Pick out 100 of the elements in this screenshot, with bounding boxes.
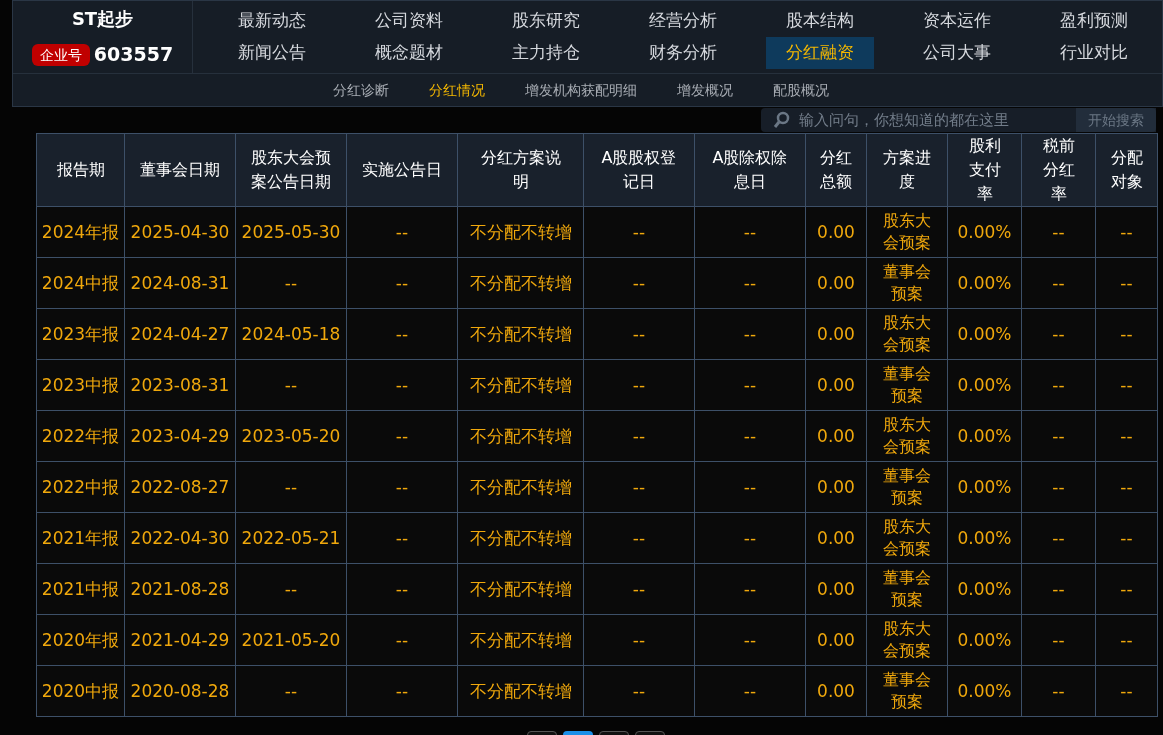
table-cell: 0.00: [805, 563, 867, 615]
table-cell: 2024-08-31: [124, 257, 236, 309]
table-cell: --: [235, 257, 347, 309]
search-icon: [773, 111, 791, 129]
subnav-tab[interactable]: 配股概况: [773, 79, 829, 101]
table-cell: 股东大会预案: [866, 410, 948, 462]
column-header: 税前分红率: [1021, 133, 1096, 207]
table-cell: --: [583, 512, 695, 564]
table-cell: --: [346, 461, 458, 513]
table-cell: --: [694, 665, 806, 717]
table-cell: 2021-08-28: [124, 563, 236, 615]
table-cell: --: [1095, 410, 1158, 462]
table-cell: --: [694, 461, 806, 513]
table-cell: --: [346, 206, 458, 258]
table-cell: --: [583, 359, 695, 411]
column-header: 股东大会预案公告日期: [235, 133, 347, 207]
table-cell: 2023-08-31: [124, 359, 236, 411]
table-cell: 不分配不转增: [457, 665, 584, 717]
table-cell: 2020年报: [36, 614, 125, 666]
table-cell: 0.00: [805, 257, 867, 309]
table-cell: --: [583, 308, 695, 360]
table-cell: 董事会预案: [866, 665, 948, 717]
table-cell: 0.00%: [947, 410, 1022, 462]
table-cell: 董事会预案: [866, 359, 948, 411]
subnav-tab[interactable]: 增发概况: [677, 79, 733, 101]
table-cell: --: [1021, 257, 1096, 309]
column-header: 实施公告日: [346, 133, 458, 207]
table-cell: --: [235, 461, 347, 513]
table-cell: --: [1021, 359, 1096, 411]
column-header: A股股权登记日: [583, 133, 695, 207]
nav-tab[interactable]: 公司资料: [354, 5, 463, 37]
search-field[interactable]: 输入问句，你想知道的都在这里 开始搜索: [761, 108, 1156, 132]
column-header: A股除权除息日: [694, 133, 806, 207]
table-cell: 不分配不转增: [457, 614, 584, 666]
table-cell: 董事会预案: [866, 563, 948, 615]
nav-tab[interactable]: 概念题材: [354, 37, 463, 69]
table-cell: 0.00: [805, 308, 867, 360]
table-cell: --: [1021, 614, 1096, 666]
table-cell: 2020中报: [36, 665, 125, 717]
table-cell: 2022中报: [36, 461, 125, 513]
table-cell: 0.00%: [947, 512, 1022, 564]
nav-tab[interactable]: 财务分析: [628, 37, 737, 69]
table-cell: 0.00%: [947, 308, 1022, 360]
column-header: 董事会日期: [124, 133, 236, 207]
table-cell: --: [1095, 512, 1158, 564]
table-cell: --: [583, 410, 695, 462]
table-cell: 股东大会预案: [866, 308, 948, 360]
table-cell: 2025-05-30: [235, 206, 347, 258]
nav-tab[interactable]: 新闻公告: [217, 37, 326, 69]
nav-tab[interactable]: 股东研究: [491, 5, 600, 37]
subnav-tab[interactable]: 增发机构获配明细: [525, 79, 637, 101]
table-cell: --: [346, 512, 458, 564]
column-header: 分配对象: [1095, 133, 1158, 207]
table-cell: 0.00%: [947, 563, 1022, 615]
nav-tab[interactable]: 资本运作: [902, 5, 1011, 37]
column-header: 分红方案说明: [457, 133, 584, 207]
table-cell: --: [583, 665, 695, 717]
table-cell: --: [1095, 257, 1158, 309]
table-cell: --: [235, 359, 347, 411]
table-cell: 0.00%: [947, 614, 1022, 666]
table-cell: 0.00: [805, 512, 867, 564]
nav-tab[interactable]: 经营分析: [628, 5, 737, 37]
table-cell: 不分配不转增: [457, 308, 584, 360]
column-header: 分红总额: [805, 133, 867, 207]
table-cell: --: [346, 308, 458, 360]
nav-tab[interactable]: 主力持仓: [491, 37, 600, 69]
table-cell: --: [1095, 614, 1158, 666]
nav-tab[interactable]: 最新动态: [217, 5, 326, 37]
table-cell: 2022-05-21: [235, 512, 347, 564]
table-cell: 0.00%: [947, 257, 1022, 309]
nav-tab[interactable]: 盈利预测: [1039, 5, 1148, 37]
nav-tab[interactable]: 行业对比: [1039, 37, 1148, 69]
table-cell: 2024-04-27: [124, 308, 236, 360]
nav-tab[interactable]: 公司大事: [902, 37, 1011, 69]
table-cell: --: [235, 665, 347, 717]
table-cell: 0.00%: [947, 359, 1022, 411]
table-cell: 2023中报: [36, 359, 125, 411]
table-cell: 不分配不转增: [457, 359, 584, 411]
table-cell: --: [583, 614, 695, 666]
table-cell: 不分配不转增: [457, 563, 584, 615]
table-cell: 不分配不转增: [457, 512, 584, 564]
nav-tab[interactable]: 分红融资: [765, 37, 874, 69]
nav-tab[interactable]: 股本结构: [765, 5, 874, 37]
table-cell: 2022-04-30: [124, 512, 236, 564]
subnav-tab[interactable]: 分红情况: [429, 79, 485, 101]
table-cell: --: [346, 614, 458, 666]
table-cell: 2023-04-29: [124, 410, 236, 462]
table-cell: --: [346, 257, 458, 309]
table-cell: 股东大会预案: [866, 206, 948, 258]
table-cell: 0.00: [805, 461, 867, 513]
subnav-tab[interactable]: 分红诊断: [333, 79, 389, 101]
table-cell: --: [1095, 308, 1158, 360]
table-cell: 2023-05-20: [235, 410, 347, 462]
table-cell: 2021年报: [36, 512, 125, 564]
table-cell: --: [346, 665, 458, 717]
table-cell: 不分配不转增: [457, 257, 584, 309]
table-cell: --: [1095, 665, 1158, 717]
table-cell: --: [694, 359, 806, 411]
table-cell: 不分配不转增: [457, 206, 584, 258]
column-header: 方案进度: [866, 133, 948, 207]
